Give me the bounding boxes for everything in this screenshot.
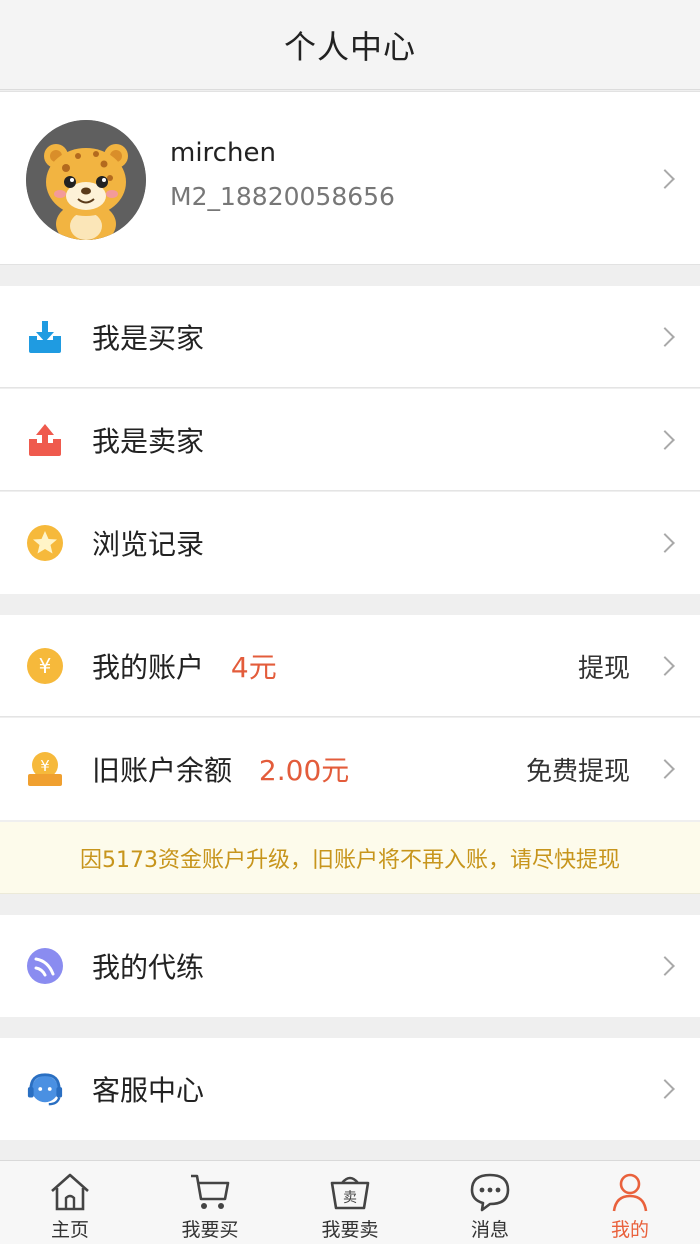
old-account-row[interactable]: ¥ 旧账户余额 2.00元 免费提现 [0, 718, 700, 820]
avatar [26, 120, 146, 240]
buyer-row[interactable]: 我是买家 [0, 286, 700, 388]
boosting-icon [26, 947, 64, 985]
tab-messages[interactable]: 消息 [420, 1161, 560, 1244]
svg-text:¥: ¥ [40, 757, 50, 775]
chevron-right-icon [655, 327, 675, 347]
tab-label: 我的 [610, 1219, 649, 1241]
chevron-right-icon [655, 1079, 675, 1099]
chevron-right-icon [655, 956, 675, 976]
chevron-right-icon [655, 169, 675, 189]
divider [0, 490, 700, 491]
account-row[interactable]: ¥ 我的账户 4元 提现 [0, 615, 700, 717]
download-tray-icon [26, 318, 64, 356]
tab-label: 消息 [470, 1219, 509, 1241]
old-account-label: 旧账户余额 [92, 754, 233, 787]
tab-label: 我要买 [181, 1219, 239, 1241]
tab-home[interactable]: 主页 [0, 1161, 140, 1244]
chevron-right-icon [655, 533, 675, 553]
boosting-row[interactable]: 我的代练 [0, 915, 700, 1017]
bottom-tab-bar: 主页 我要买 卖 我要卖 消息 我的 [0, 1160, 700, 1244]
history-label: 浏览记录 [92, 528, 205, 561]
buyer-label: 我是买家 [92, 322, 205, 355]
tab-sell[interactable]: 卖 我要卖 [280, 1161, 420, 1244]
top-bar: 个人中心 [0, 0, 700, 90]
cart-icon [191, 1174, 230, 1209]
chevron-right-icon [655, 430, 675, 450]
sell-basket-icon: 卖 [330, 1176, 370, 1210]
star-icon [26, 524, 64, 562]
tab-label: 我要卖 [321, 1219, 379, 1241]
account-amount: 4元 [230, 651, 277, 684]
upload-tray-icon [26, 421, 64, 459]
profile-card[interactable]: mirchen M2_18820058656 [0, 91, 700, 265]
yen-coin-icon: ¥ [26, 647, 64, 685]
free-withdraw-action[interactable]: 免费提现 [526, 751, 630, 788]
tab-mine[interactable]: 我的 [560, 1161, 700, 1244]
upgrade-notice: 因5173资金账户升级，旧账户将不再入账，请尽快提现 [0, 822, 700, 894]
tab-label: 主页 [50, 1219, 89, 1241]
chevron-right-icon [655, 759, 675, 779]
chevron-right-icon [655, 656, 675, 676]
withdraw-action[interactable]: 提现 [578, 648, 630, 685]
headset-icon [26, 1070, 64, 1108]
wallet-coin-icon: ¥ [26, 750, 64, 788]
support-label: 客服中心 [92, 1074, 205, 1107]
svg-text:卖: 卖 [343, 1190, 357, 1206]
chat-bubble-icon [470, 1173, 510, 1212]
history-row[interactable]: 浏览记录 [0, 492, 700, 594]
account-label-group: 我的账户 4元 [92, 646, 277, 686]
tab-buy[interactable]: 我要买 [140, 1161, 280, 1244]
user-icon [612, 1173, 648, 1212]
username: mirchen [170, 138, 276, 168]
seller-row[interactable]: 我是卖家 [0, 389, 700, 491]
support-row[interactable]: 客服中心 [0, 1038, 700, 1140]
account-label: 我的账户 [92, 651, 205, 684]
page-title: 个人中心 [283, 27, 416, 66]
user-id: M2_18820058656 [170, 182, 395, 211]
home-icon [51, 1173, 89, 1211]
svg-text:¥: ¥ [39, 654, 52, 678]
divider [0, 387, 700, 388]
seller-label: 我是卖家 [92, 425, 205, 458]
old-account-amount: 2.00元 [258, 754, 350, 787]
boosting-label: 我的代练 [92, 951, 205, 984]
old-account-label-group: 旧账户余额 2.00元 [92, 749, 349, 789]
divider [0, 716, 700, 717]
